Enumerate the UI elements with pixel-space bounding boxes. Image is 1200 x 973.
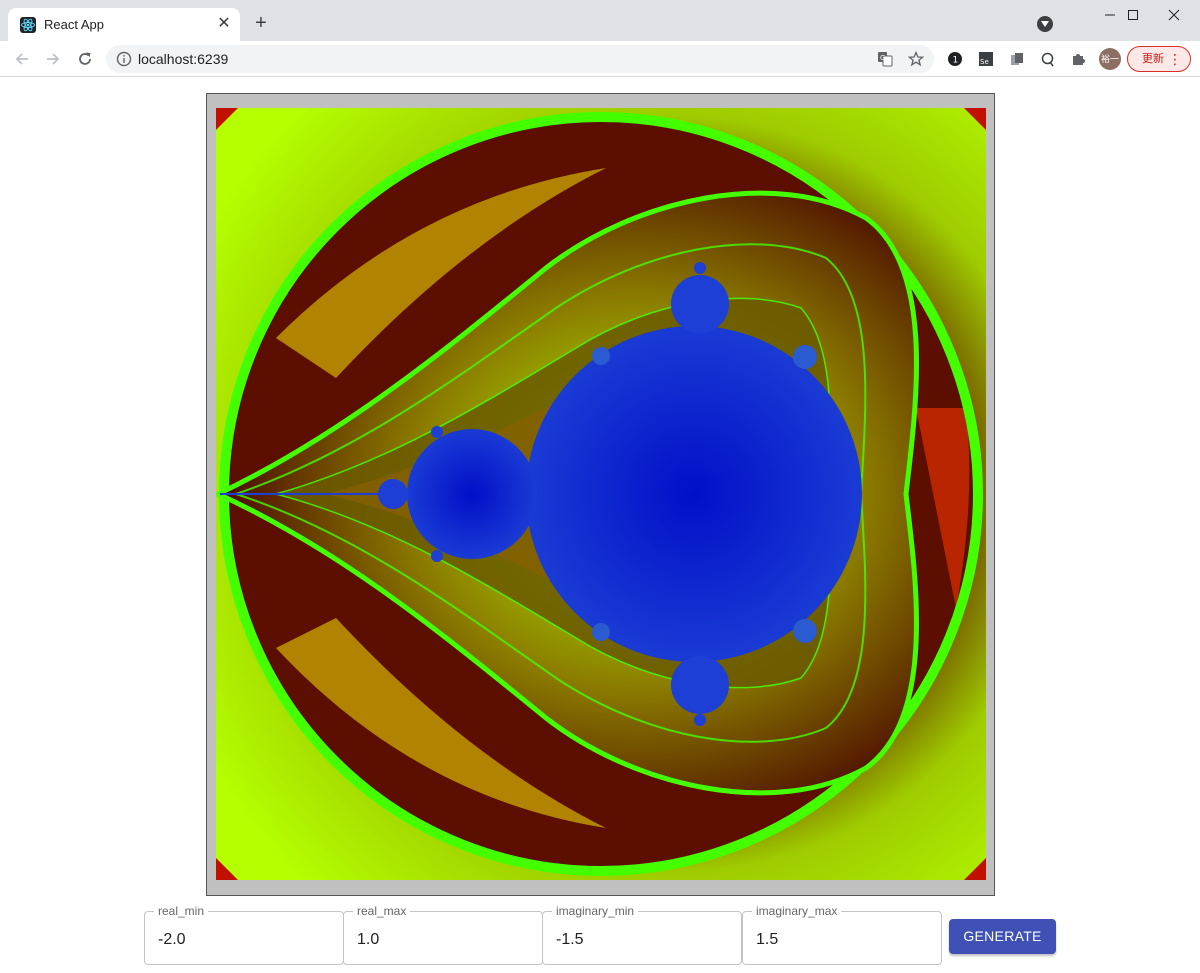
star-icon[interactable] [907,50,925,68]
close-window-icon[interactable] [1151,0,1197,30]
canvas-frame [206,93,995,896]
imaginary-min-input[interactable]: -1.5 [556,931,584,949]
imaginary-min-label: imaginary_min [552,904,639,918]
arrow-right-icon[interactable] [40,46,66,72]
arrow-left-icon[interactable] [9,46,35,72]
real-min-label: real_min [154,904,209,918]
imaginary-max-input[interactable]: 1.5 [756,931,778,949]
search-extension-icon[interactable] [1039,50,1057,68]
new-tab-button[interactable]: + [249,12,273,36]
imaginary-max-field[interactable]: imaginary_max 1.5 [742,904,942,965]
svg-text:1: 1 [953,56,959,66]
browser-toolbar: localhost:6239 G 1 Se 裕一 更新 ⋮ [0,41,1200,77]
browser-titlebar: React App ✕ + [0,0,1200,41]
password-manager-icon[interactable]: 1 [946,50,964,68]
react-logo-icon [20,17,36,33]
info-icon[interactable] [116,51,132,67]
real-min-field[interactable]: real_min -2.0 [144,904,344,965]
address-bar[interactable]: localhost:6239 G [106,45,934,73]
selenium-icon[interactable]: Se [977,50,995,68]
puzzle-icon[interactable] [1069,50,1087,68]
update-label: 更新 [1142,53,1164,65]
reload-icon[interactable] [72,46,98,72]
update-button[interactable]: 更新 ⋮ [1127,46,1191,72]
translate-icon[interactable]: G [876,50,894,68]
svg-text:Se: Se [980,58,989,66]
maximize-icon[interactable] [1110,0,1156,30]
tab-title: React App [44,17,104,32]
generate-button[interactable]: GENERATE [949,919,1056,954]
svg-text:G: G [880,54,885,62]
tab-search-icon[interactable] [1037,16,1053,32]
more-menu-icon[interactable]: ⋮ [1168,50,1182,68]
real-min-input[interactable]: -2.0 [158,931,186,949]
avatar[interactable]: 裕一 [1099,48,1121,70]
browser-tab[interactable]: React App ✕ [8,8,240,41]
real-max-field[interactable]: real_max 1.0 [343,904,543,965]
real-max-label: real_max [353,904,411,918]
url-text: localhost:6239 [138,51,229,67]
copy-icon[interactable] [1008,50,1026,68]
mandelbrot-canvas[interactable] [216,108,986,880]
imaginary-min-field[interactable]: imaginary_min -1.5 [542,904,742,965]
close-tab-icon[interactable]: ✕ [214,14,234,34]
real-max-input[interactable]: 1.0 [357,931,379,949]
imaginary-max-label: imaginary_max [752,904,842,918]
